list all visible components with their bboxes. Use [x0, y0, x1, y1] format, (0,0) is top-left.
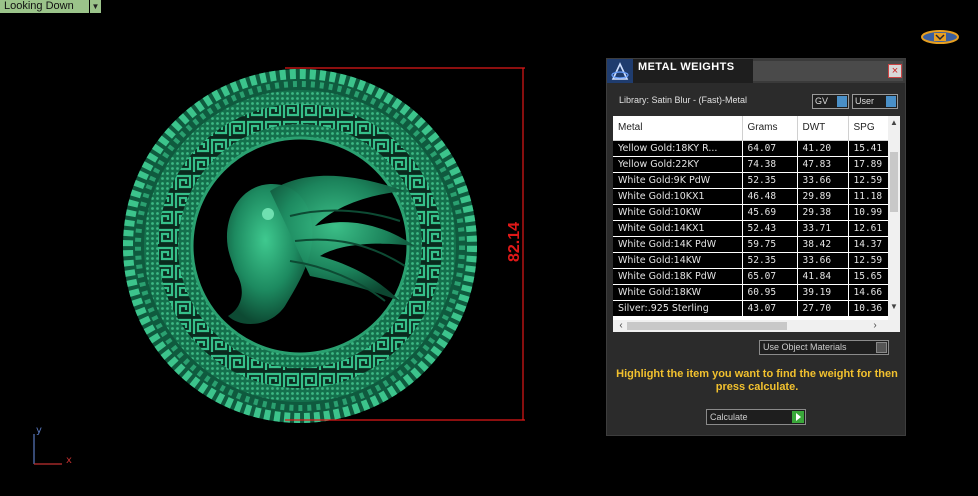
- vertical-scrollbar[interactable]: ▲ ▼: [888, 116, 900, 320]
- cell-grams: 46.48: [742, 188, 798, 205]
- user-toggle[interactable]: User: [852, 94, 898, 109]
- cell-grams: 59.75: [742, 236, 798, 253]
- panel-title-filler: [753, 61, 903, 81]
- cell-dwt: 29.89: [797, 188, 849, 205]
- app-logo-icon: [607, 59, 633, 83]
- library-label: Library: Satin Blur - (Fast)-Metal: [619, 95, 748, 105]
- panel-title: METAL WEIGHTS: [633, 59, 753, 83]
- cell-spg: 12.61: [848, 220, 889, 237]
- cell-metal: White Gold:18K PdW: [613, 268, 743, 285]
- user-label: User: [855, 96, 875, 106]
- hint-text: Highlight the item you want to find the …: [616, 368, 898, 393]
- table-row[interactable]: White Gold:14KX1 52.43 33.71 12.61: [613, 220, 889, 237]
- cell-spg: 17.89: [848, 156, 889, 173]
- cell-dwt: 29.38: [797, 204, 849, 221]
- cell-grams: 52.43: [742, 220, 798, 237]
- column-header-dwt[interactable]: DWT: [797, 116, 849, 141]
- cell-dwt: 27.70: [797, 300, 849, 317]
- scroll-right-icon[interactable]: ›: [869, 320, 881, 332]
- cell-metal: White Gold:14KX1: [613, 220, 743, 237]
- axis-indicator: [33, 434, 62, 465]
- table-row[interactable]: White Gold:18K PdW 65.07 41.84 15.65: [613, 268, 889, 285]
- horizontal-scroll-thumb[interactable]: [627, 322, 787, 330]
- table-row[interactable]: Yellow Gold:22KY 74.38 47.83 17.89: [613, 156, 889, 173]
- cell-grams: 64.07: [742, 140, 798, 157]
- cell-grams: 52.35: [742, 172, 798, 189]
- cell-dwt: 33.71: [797, 220, 849, 237]
- cell-grams: 74.38: [742, 156, 798, 173]
- table-row[interactable]: Silver:.925 Sterling 43.07 27.70 10.36: [613, 300, 889, 317]
- cell-metal: White Gold:10KW: [613, 204, 743, 221]
- cell-spg: 10.36: [848, 300, 889, 317]
- scroll-down-icon[interactable]: ▼: [889, 302, 899, 312]
- dimension-lines: [285, 67, 525, 421]
- cell-dwt: 38.42: [797, 236, 849, 253]
- dimension-value: 82.14: [506, 221, 523, 263]
- logo-badge-icon[interactable]: [920, 27, 960, 47]
- table-row[interactable]: Yellow Gold:18KY R... 64.07 41.20 15.41: [613, 140, 889, 157]
- gv-label: GV: [815, 96, 829, 106]
- cell-spg: 11.18: [848, 188, 889, 205]
- cell-grams: 52.35: [742, 252, 798, 269]
- cell-metal: White Gold:10KX1: [613, 188, 743, 205]
- cell-dwt: 41.20: [797, 140, 849, 157]
- scroll-left-icon[interactable]: ‹: [615, 320, 627, 332]
- cell-grams: 45.69: [742, 204, 798, 221]
- cell-dwt: 41.84: [797, 268, 849, 285]
- view-label-text: Looking Down: [0, 0, 89, 13]
- cell-spg: 12.59: [848, 252, 889, 269]
- scroll-up-icon[interactable]: ▲: [889, 118, 899, 128]
- cell-grams: 65.07: [742, 268, 798, 285]
- table-row[interactable]: White Gold:14K PdW 59.75 38.42 14.37: [613, 236, 889, 253]
- axis-y-label: y: [36, 425, 42, 436]
- calculate-label: Calculate: [710, 412, 748, 422]
- cell-spg: 15.65: [848, 268, 889, 285]
- cell-metal: White Gold:14KW: [613, 252, 743, 269]
- vertical-scroll-thumb[interactable]: [890, 152, 898, 212]
- column-header-metal[interactable]: Metal: [613, 116, 743, 141]
- table-row[interactable]: White Gold:10KW 45.69 29.38 10.99: [613, 204, 889, 221]
- table-row[interactable]: White Gold:9K PdW 52.35 33.66 12.59: [613, 172, 889, 189]
- play-arrow-icon[interactable]: [792, 411, 804, 423]
- use-object-materials-checkbox[interactable]: Use Object Materials: [759, 340, 889, 355]
- cell-grams: 43.07: [742, 300, 798, 317]
- view-label[interactable]: Looking Down ▼: [0, 0, 101, 13]
- horizontal-scrollbar[interactable]: ‹ ›: [613, 320, 900, 332]
- metal-table[interactable]: Metal Grams DWT SPG Yellow Gold:18KY R..…: [613, 116, 900, 332]
- use-object-materials-label: Use Object Materials: [763, 342, 847, 352]
- cell-spg: 14.37: [848, 236, 889, 253]
- cell-dwt: 39.19: [797, 284, 849, 301]
- user-knob: [886, 96, 896, 107]
- cell-dwt: 33.66: [797, 172, 849, 189]
- cell-spg: 12.59: [848, 172, 889, 189]
- axis-x-label: x: [66, 455, 72, 466]
- cell-metal: Silver:.925 Sterling: [613, 300, 743, 317]
- cell-metal: Yellow Gold:18KY R...: [613, 140, 743, 157]
- chevron-down-icon[interactable]: ▼: [90, 0, 101, 13]
- column-header-grams[interactable]: Grams: [742, 116, 798, 141]
- gv-toggle[interactable]: GV: [812, 94, 849, 109]
- metal-weights-panel: METAL WEIGHTS × Library: Satin Blur - (F…: [606, 58, 906, 436]
- table-row[interactable]: White Gold:14KW 52.35 33.66 12.59: [613, 252, 889, 269]
- gv-knob: [837, 96, 847, 107]
- cell-spg: 14.66: [848, 284, 889, 301]
- cell-grams: 60.95: [742, 284, 798, 301]
- cell-metal: White Gold:9K PdW: [613, 172, 743, 189]
- column-header-spg[interactable]: SPG: [848, 116, 889, 141]
- cell-metal: Yellow Gold:22KY: [613, 156, 743, 173]
- table-row[interactable]: White Gold:18KW 60.95 39.19 14.66: [613, 284, 889, 301]
- cell-spg: 15.41: [848, 140, 889, 157]
- cell-metal: White Gold:14K PdW: [613, 236, 743, 253]
- checkbox-box[interactable]: [876, 342, 887, 353]
- cell-spg: 10.99: [848, 204, 889, 221]
- cell-dwt: 47.83: [797, 156, 849, 173]
- calculate-button[interactable]: Calculate: [706, 409, 806, 425]
- close-icon[interactable]: ×: [888, 64, 902, 78]
- cell-metal: White Gold:18KW: [613, 284, 743, 301]
- cell-dwt: 33.66: [797, 252, 849, 269]
- table-row[interactable]: White Gold:10KX1 46.48 29.89 11.18: [613, 188, 889, 205]
